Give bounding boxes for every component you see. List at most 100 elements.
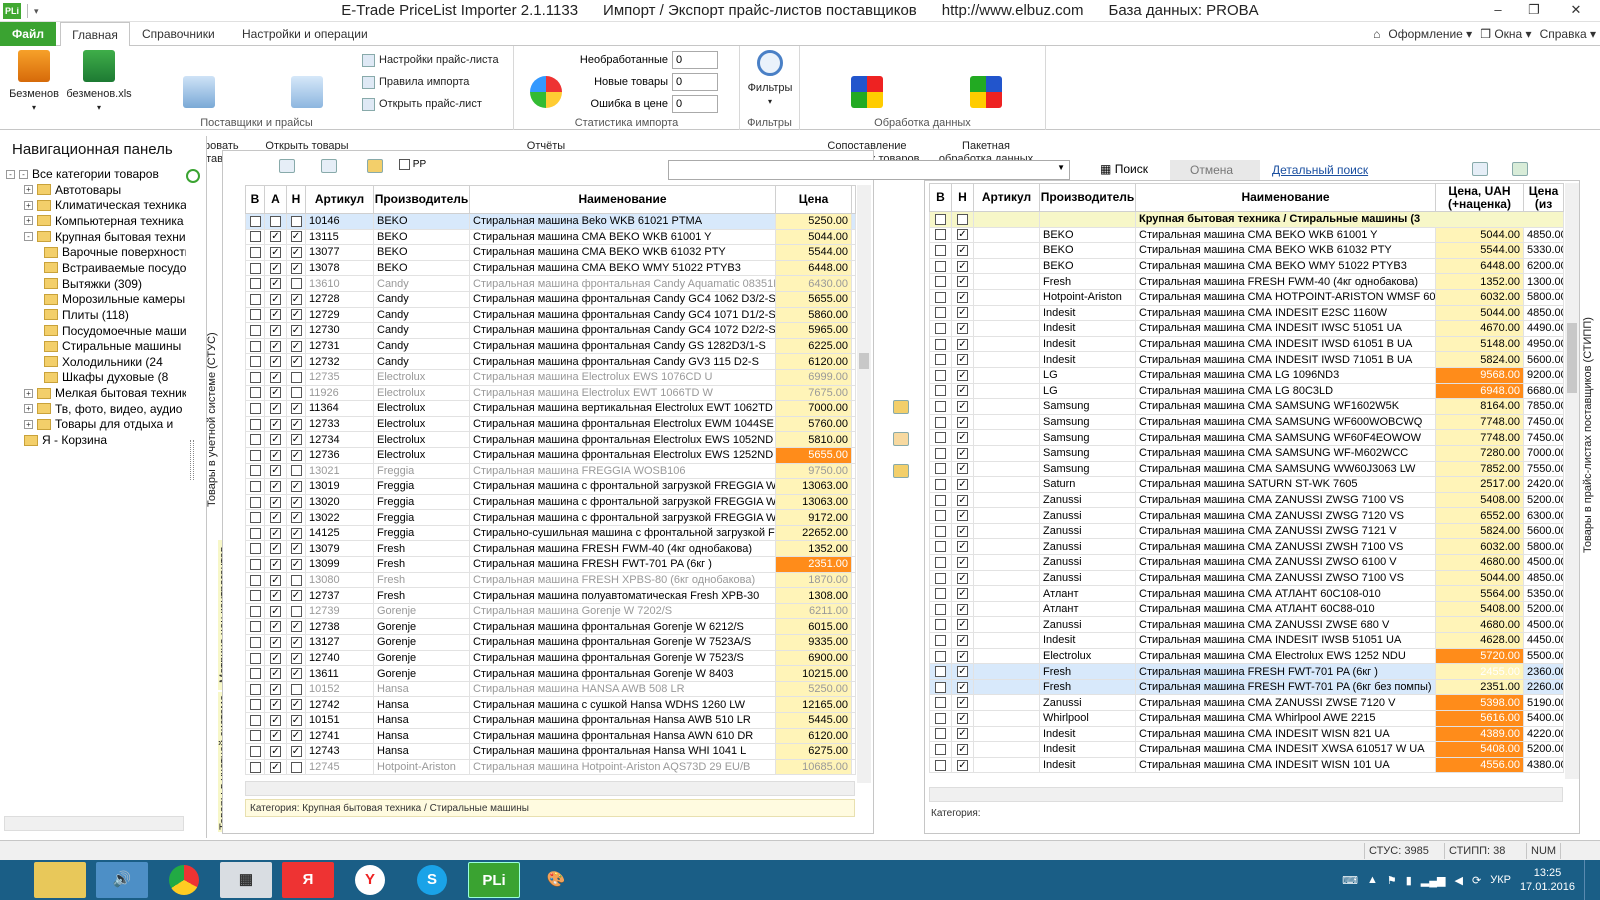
menu-help[interactable]: Справка ▾ (1540, 27, 1596, 41)
col-v-checkbox[interactable] (935, 323, 946, 335)
table-row[interactable]: ✓ Fresh Стиральная машина FRESH FWT-701 PA… (929, 663, 1564, 680)
expand-icon[interactable]: - (19, 169, 28, 179)
col-n-checkbox[interactable]: ✓ (957, 401, 968, 413)
export-icon[interactable] (279, 159, 295, 173)
stat-unprocessed-field[interactable] (672, 51, 718, 69)
bezmenov-xls-button[interactable]: безменов.xls ▾ (64, 48, 134, 114)
table-row[interactable]: ✓ ✓ 13019 Freggia Стиральная машина с фронта… (245, 478, 856, 495)
tab-file[interactable]: Файл (0, 22, 56, 46)
col-n-checkbox[interactable]: ✓ (290, 293, 302, 305)
table-row[interactable]: ✓ Indesit Стиральная машина СМА INDESIT IW… (929, 320, 1564, 337)
tree-item[interactable]: Варочные поверхности (44, 244, 186, 260)
table-row[interactable]: ✓ Атлант Стиральная машина СМА АТЛАНТ 60С8… (929, 600, 1564, 618)
col-v-checkbox[interactable] (935, 541, 946, 553)
col-n-checkbox[interactable]: ✓ (290, 434, 302, 446)
col-n-checkbox[interactable] (290, 387, 302, 399)
col-v-checkbox[interactable] (249, 496, 261, 508)
col-a-checkbox[interactable]: ✓ (270, 558, 281, 570)
table-row[interactable]: ✓ ✓ 12740 Gorenje Стиральная машина фронталь… (245, 649, 856, 667)
col-v-checkbox[interactable] (249, 699, 261, 711)
signal-icon[interactable]: ▂▄▆ (1421, 874, 1446, 887)
col-n-checkbox[interactable]: ✓ (957, 494, 968, 506)
col-a-checkbox[interactable]: ✓ (270, 371, 281, 383)
col-v-checkbox[interactable] (249, 278, 261, 290)
nav-horizontal-scrollbar[interactable] (4, 816, 184, 831)
search-dropdown-icon[interactable]: ▼ (1057, 163, 1065, 172)
col-n-checkbox[interactable]: ✓ (290, 746, 302, 758)
col-n-checkbox[interactable]: ✓ (290, 247, 302, 259)
explorer-icon[interactable] (34, 862, 86, 898)
col-v-checkbox[interactable] (249, 512, 261, 524)
col-v-checkbox[interactable] (935, 401, 946, 413)
col-n-checkbox[interactable]: ✓ (957, 447, 968, 459)
table-row[interactable]: ✓ Атлант Стиральная машина СМА АТЛАНТ 60С1… (929, 585, 1564, 602)
col-v-checkbox[interactable] (935, 712, 946, 724)
left-col-header[interactable]: Цена (775, 185, 852, 214)
sort-icon[interactable] (321, 159, 337, 173)
col-v-checkbox[interactable] (935, 666, 946, 678)
table-row[interactable]: ✓ Electrolux Стиральная машина СМА Electro… (929, 647, 1564, 665)
col-a-checkbox[interactable]: ✓ (270, 278, 281, 290)
col-v-checkbox[interactable] (249, 340, 261, 352)
col-n-checkbox[interactable]: ✓ (290, 231, 302, 243)
table-row[interactable]: ✓ ✓ 13079 Fresh Стиральная машина FRESH FWM-… (245, 540, 856, 558)
col-n-checkbox[interactable]: ✓ (957, 245, 968, 257)
left-vertical-scrollbar[interactable] (857, 185, 871, 783)
vtab-stus[interactable]: Товары в учетной системе (СТУС) (206, 330, 222, 510)
table-row[interactable]: ✓ Fresh Стиральная машина FRESH FWM-40 (4к… (929, 273, 1564, 290)
col-n-checkbox[interactable]: ✓ (290, 512, 302, 524)
table-row[interactable]: ✓ 13080 Fresh Стиральная машина FRESH XPBS-… (245, 571, 856, 589)
table-row[interactable]: ✓ Samsung Стиральная машина СМА SAMSUNG WF… (929, 398, 1564, 415)
col-n-checkbox[interactable]: ✓ (957, 338, 968, 350)
tree-item[interactable]: Встраиваемые посудомоечные (44, 260, 186, 276)
tree-item[interactable]: + Товары для отдыха и (24, 416, 173, 432)
tree-item[interactable]: Морозильные камеры (44, 291, 185, 307)
col-v-checkbox[interactable] (249, 309, 261, 321)
col-a-checkbox[interactable]: ✓ (270, 418, 281, 430)
right-col-header[interactable]: В (929, 183, 952, 212)
table-row[interactable]: ✓ ✓ 12737 Fresh Стиральная машина полуавтома… (245, 587, 856, 604)
col-n-checkbox[interactable]: ✓ (290, 340, 302, 352)
col-v-checkbox[interactable] (935, 525, 946, 537)
col-n-checkbox[interactable]: ✓ (957, 588, 968, 600)
col-v-checkbox[interactable] (935, 447, 946, 459)
paint-icon[interactable]: 🎨 (530, 862, 582, 898)
volume-app-icon[interactable]: 🔊 (96, 862, 148, 898)
right-col-header[interactable]: Производитель (1039, 183, 1136, 212)
col-a-checkbox[interactable]: ✓ (270, 761, 281, 773)
table-row[interactable]: ✓ Zanussi Стиральная машина СМА ZANUSSI ZW… (929, 538, 1564, 556)
col-v-checkbox[interactable] (249, 730, 261, 742)
expand-icon[interactable]: + (24, 419, 33, 429)
col-v-checkbox[interactable] (935, 572, 946, 584)
keyboard-icon[interactable]: ⌨ (1342, 874, 1358, 887)
col-v-checkbox[interactable] (935, 603, 946, 615)
col-v-checkbox[interactable] (249, 325, 261, 337)
menu-windows[interactable]: ❒ Окна ▾ (1480, 27, 1531, 41)
col-v-checkbox[interactable] (935, 369, 946, 381)
col-a-checkbox[interactable]: ✓ (270, 403, 281, 415)
col-v-checkbox[interactable] (935, 681, 946, 693)
col-n-checkbox[interactable]: ✓ (957, 463, 968, 475)
col-v-checkbox[interactable] (935, 697, 946, 709)
table-row[interactable]: ✓ LG Стиральная машина СМА LG 1096ND3 9568.… (929, 366, 1564, 384)
col-v-checkbox[interactable] (249, 621, 261, 633)
col-v-checkbox[interactable] (935, 650, 946, 662)
col-n-checkbox[interactable]: ✓ (290, 714, 302, 726)
right-col-header[interactable]: Наименование (1135, 183, 1436, 212)
col-a-checkbox[interactable]: ✓ (270, 527, 281, 539)
table-row[interactable]: ✓ ✓ 12738 Gorenje Стиральная машина фронталь… (245, 618, 856, 636)
calculator-icon[interactable]: ▦ (220, 862, 272, 898)
right-col-header[interactable]: Цена, UAH (+наценка) (1435, 183, 1524, 212)
tree-item[interactable]: - Крупная бытовая техника (24, 229, 186, 245)
tree-item[interactable]: Стиральные машины (44, 338, 181, 354)
col-n-checkbox[interactable]: ✓ (957, 525, 968, 537)
col-v-checkbox[interactable] (935, 759, 946, 771)
pli-taskbar-icon[interactable]: PLi (468, 862, 520, 898)
col-v-checkbox[interactable] (935, 728, 946, 740)
col-n-checkbox[interactable]: ✓ (290, 496, 302, 508)
table-row[interactable]: ✓ 11926 Electrolux Стиральная машина Electr… (245, 384, 856, 402)
col-v-checkbox[interactable] (935, 245, 946, 257)
col-a-checkbox[interactable]: ✓ (270, 293, 281, 305)
left-col-header[interactable]: Артикул (305, 185, 374, 214)
col-n-checkbox[interactable]: ✓ (957, 385, 968, 397)
